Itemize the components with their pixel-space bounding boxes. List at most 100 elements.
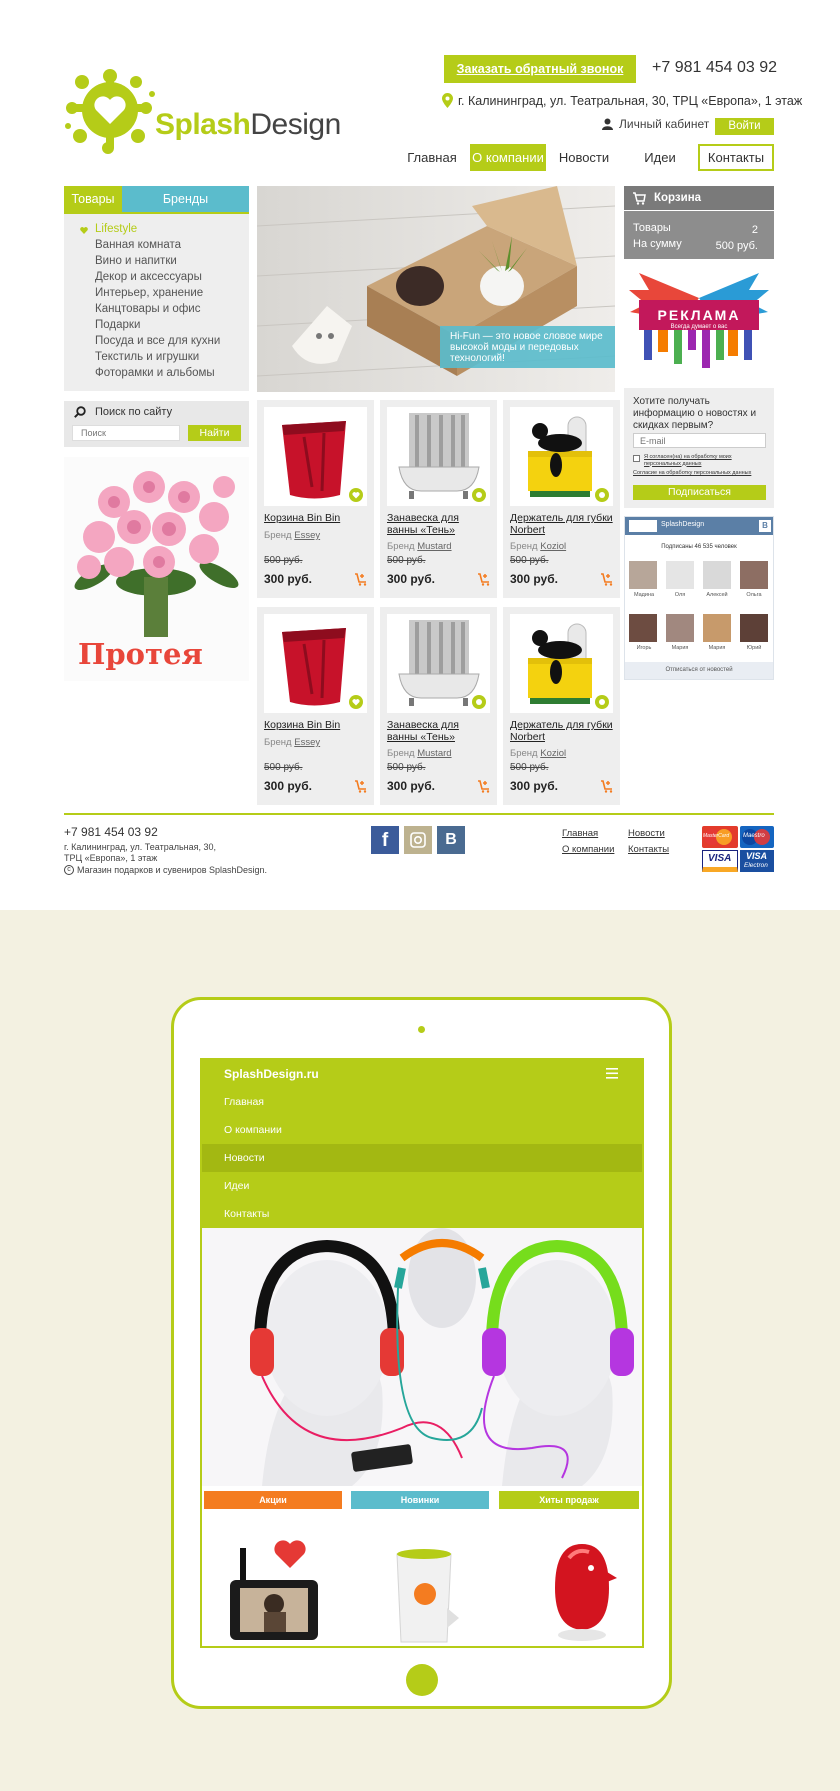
- search-input[interactable]: [72, 425, 180, 441]
- brand-link[interactable]: Mustard: [417, 748, 451, 759]
- mobile-menu-item[interactable]: Идеи: [202, 1172, 642, 1200]
- product-card[interactable]: Занавеска для ванны «Тень» Бренд Mustard…: [380, 400, 497, 598]
- category-item[interactable]: Ванная комната: [95, 239, 181, 251]
- product-name[interactable]: Держатель для губки Norbert: [510, 512, 613, 536]
- heart-bullet-icon: [80, 227, 88, 234]
- category-item[interactable]: Фоторамки и альбомы: [95, 367, 215, 379]
- category-item[interactable]: Канцтовары и офис: [95, 303, 200, 315]
- category-item[interactable]: Декор и аксессуары: [95, 271, 202, 283]
- product-image[interactable]: [510, 614, 613, 713]
- mobile-tab-sales[interactable]: Акции: [204, 1491, 342, 1509]
- product-name[interactable]: Корзина Bin Bin: [264, 719, 367, 731]
- brand-link[interactable]: Essey: [294, 530, 320, 541]
- product-image[interactable]: [264, 614, 367, 713]
- facebook-icon[interactable]: f: [371, 826, 399, 854]
- vk-member-avatar[interactable]: [703, 561, 731, 589]
- product-card[interactable]: Корзина Bin Bin Бренд Essey 500 руб. 300…: [257, 400, 374, 598]
- vk-group-name[interactable]: SplashDesign: [661, 521, 704, 528]
- product-name[interactable]: Корзина Bin Bin: [264, 512, 367, 524]
- product-card[interactable]: Держатель для губки Norbert Бренд Koziol…: [503, 607, 620, 805]
- mobile-menu-item[interactable]: Контакты: [202, 1200, 642, 1228]
- login-button[interactable]: Войти: [715, 118, 774, 135]
- instagram-glyph: [410, 832, 426, 848]
- hero-slider[interactable]: Hi-Fun — это новое словое мире высокой м…: [257, 186, 615, 392]
- vk-icon[interactable]: В: [437, 826, 465, 854]
- consent-checkbox[interactable]: [633, 455, 640, 462]
- mastercard-icon: MasterCard: [702, 826, 738, 848]
- add-to-cart-icon[interactable]: [600, 572, 614, 586]
- vk-member-avatar[interactable]: [703, 614, 731, 642]
- nav-ideas[interactable]: Идеи: [632, 144, 688, 171]
- logo-text[interactable]: SplashDesign: [155, 108, 341, 142]
- tab-brands[interactable]: Бренды: [122, 186, 249, 212]
- brand-link[interactable]: Koziol: [540, 541, 566, 552]
- consent-link[interactable]: Согласие на обработку персональных данны…: [633, 470, 768, 476]
- brand-link[interactable]: Mustard: [417, 541, 451, 552]
- category-item[interactable]: Интерьер, хранение: [95, 287, 203, 299]
- mobile-hero[interactable]: [202, 1228, 642, 1486]
- vk-member-avatar[interactable]: [629, 561, 657, 589]
- vk-member-avatar[interactable]: [666, 561, 694, 589]
- humidifier-image[interactable]: [547, 1538, 617, 1648]
- mobile-tab-new[interactable]: Новинки: [351, 1491, 489, 1509]
- mobile-tab-hits[interactable]: Хиты продаж: [499, 1491, 639, 1509]
- tablet-home-button[interactable]: [406, 1664, 438, 1696]
- vk-unsubscribe[interactable]: Отписаться от новостей: [625, 662, 773, 679]
- add-to-cart-icon[interactable]: [354, 779, 368, 793]
- nav-about[interactable]: О компании: [470, 144, 546, 171]
- footer-link-news[interactable]: Новости: [628, 828, 665, 839]
- add-to-cart-icon[interactable]: [477, 779, 491, 793]
- callback-button[interactable]: Заказать обратный звонок: [444, 55, 636, 83]
- product-card[interactable]: Занавеска для ванны «Тень» Бренд Mustard…: [380, 607, 497, 805]
- mobile-menu-item[interactable]: Новости: [202, 1144, 642, 1172]
- vk-member-avatar[interactable]: [629, 614, 657, 642]
- brand-link[interactable]: Essey: [294, 737, 320, 748]
- product-name[interactable]: Занавеска для ванны «Тень»: [387, 719, 490, 743]
- search-button[interactable]: Найти: [188, 425, 241, 441]
- instagram-icon[interactable]: [404, 826, 432, 854]
- subscribe-question: Хотите получать информацию о новостях и …: [633, 396, 757, 431]
- vk-member-avatar[interactable]: [740, 561, 768, 589]
- product-image[interactable]: [510, 407, 613, 506]
- email-field[interactable]: [633, 433, 766, 448]
- product-image[interactable]: [387, 407, 490, 506]
- flower-banner[interactable]: Протея: [64, 457, 249, 681]
- nav-news[interactable]: Новости: [556, 144, 612, 171]
- tab-goods[interactable]: Товары: [64, 186, 122, 212]
- footer-link-home[interactable]: Главная: [562, 828, 598, 839]
- cabinet-link[interactable]: Личный кабинет: [602, 117, 709, 131]
- lamp-image[interactable]: [387, 1548, 461, 1648]
- add-to-cart-icon[interactable]: [477, 572, 491, 586]
- subscribe-button[interactable]: Подписаться: [633, 485, 766, 500]
- vk-member-avatar[interactable]: [666, 614, 694, 642]
- heart-photo-frame-image[interactable]: [230, 1538, 320, 1648]
- hamburger-menu-icon[interactable]: [606, 1068, 618, 1079]
- hero-caption: Hi-Fun — это новое словое мире высокой м…: [440, 326, 615, 368]
- product-name[interactable]: Держатель для губки Norbert: [510, 719, 613, 743]
- nav-contacts[interactable]: Контакты: [698, 144, 774, 171]
- vk-member-name: Юрий: [746, 645, 762, 651]
- mobile-menu-item[interactable]: Главная: [202, 1088, 642, 1116]
- footer-link-contacts[interactable]: Контакты: [628, 844, 669, 855]
- vk-member-avatar[interactable]: [740, 614, 768, 642]
- category-item[interactable]: Подарки: [95, 319, 140, 331]
- ad-banner[interactable]: РЕКЛАМА Всегда думает о вас: [624, 268, 774, 378]
- mobile-site-title[interactable]: SplashDesign.ru: [224, 1067, 319, 1081]
- product-card[interactable]: Держатель для губки Norbert Бренд Koziol…: [503, 400, 620, 598]
- basket-header[interactable]: Корзина: [624, 186, 774, 210]
- footer-link-about[interactable]: О компании: [562, 844, 614, 855]
- nav-home[interactable]: Главная: [404, 144, 460, 171]
- brand-link[interactable]: Koziol: [540, 748, 566, 759]
- category-item[interactable]: Текстиль и игрушки: [95, 351, 199, 363]
- product-card[interactable]: Корзина Bin Bin Бренд Essey 500 руб. 300…: [257, 607, 374, 805]
- mobile-menu-item[interactable]: О компании: [202, 1116, 642, 1144]
- product-image[interactable]: [264, 407, 367, 506]
- category-item[interactable]: Lifestyle: [95, 223, 137, 235]
- add-to-cart-icon[interactable]: [354, 572, 368, 586]
- category-item[interactable]: Вино и напитки: [95, 255, 177, 267]
- product-image[interactable]: [387, 614, 490, 713]
- category-item[interactable]: Посуда и все для кухни: [95, 335, 220, 347]
- vk-member-name: Ольга: [746, 592, 762, 598]
- add-to-cart-icon[interactable]: [600, 779, 614, 793]
- product-name[interactable]: Занавеска для ванны «Тень»: [387, 512, 490, 536]
